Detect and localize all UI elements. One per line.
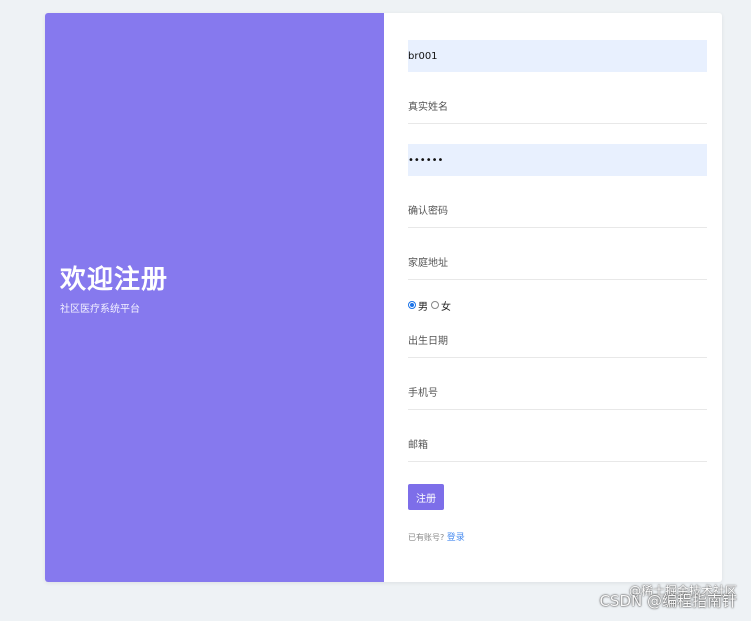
username-input[interactable] bbox=[408, 40, 707, 72]
gender-female-radio[interactable] bbox=[431, 301, 439, 309]
gender-male-radio[interactable] bbox=[408, 301, 416, 309]
welcome-title: 欢迎注册 bbox=[60, 265, 169, 295]
login-prompt: 已有账号? 登录 bbox=[408, 530, 707, 543]
register-form: 男 女 注册 已有账号? 登录 bbox=[408, 40, 707, 543]
address-input[interactable] bbox=[408, 248, 707, 280]
gender-radio-group: 男 女 bbox=[408, 296, 707, 314]
register-button[interactable]: 注册 bbox=[408, 484, 444, 510]
gender-female-label: 女 bbox=[441, 301, 451, 313]
register-card: 欢迎注册 社区医疗系统平台 男 女 bbox=[45, 13, 722, 582]
watermark: @稀土掘金技术社区 CSDN @编程指南针 bbox=[599, 584, 737, 610]
welcome-subtitle: 社区医疗系统平台 bbox=[60, 304, 140, 315]
birthdate-input[interactable] bbox=[408, 326, 707, 358]
gender-male-label: 男 bbox=[418, 301, 428, 313]
welcome-block: 欢迎注册 社区医疗系统平台 bbox=[60, 263, 168, 315]
page: 欢迎注册 社区医疗系统平台 男 女 bbox=[0, 0, 751, 621]
has-account-text: 已有账号? bbox=[408, 533, 445, 542]
email-input[interactable] bbox=[408, 430, 707, 462]
password-input[interactable] bbox=[408, 144, 707, 176]
realname-input[interactable] bbox=[408, 92, 707, 124]
login-link[interactable]: 登录 bbox=[447, 533, 465, 543]
confirm-password-input[interactable] bbox=[408, 196, 707, 228]
welcome-panel: 欢迎注册 社区医疗系统平台 bbox=[45, 13, 384, 582]
watermark-line-2: CSDN @编程指南针 bbox=[599, 592, 737, 610]
form-panel: 男 女 注册 已有账号? 登录 bbox=[384, 13, 722, 582]
phone-input[interactable] bbox=[408, 378, 707, 410]
